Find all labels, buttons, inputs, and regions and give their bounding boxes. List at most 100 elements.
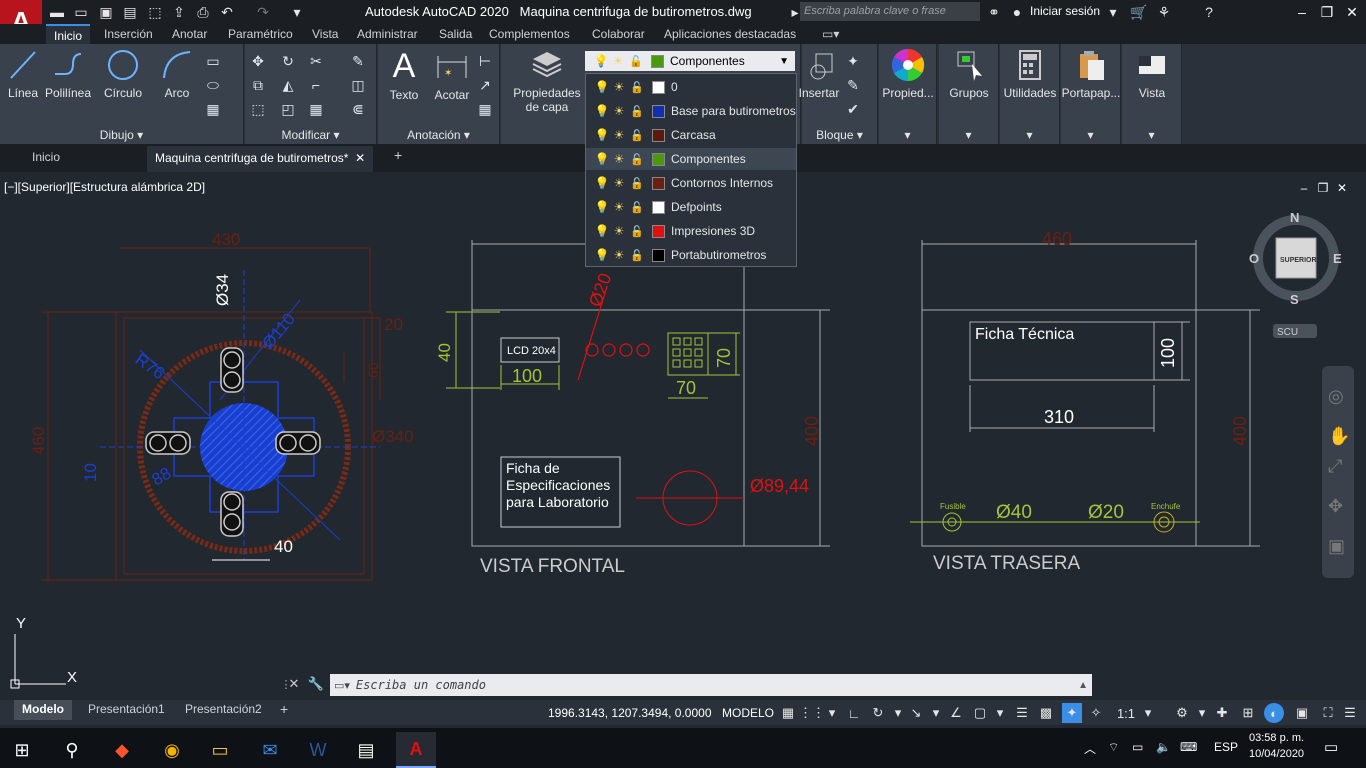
groups-panel[interactable]: Grupos ▾: [939, 44, 999, 144]
offset-icon[interactable]: ⋐: [349, 100, 367, 118]
grid-icon[interactable]: ▦: [778, 703, 798, 723]
tab-start[interactable]: Inicio: [32, 150, 60, 164]
tab-colaborar[interactable]: Colaborar: [592, 27, 645, 41]
properties-panel[interactable]: Propied... ▾: [879, 44, 937, 144]
polar-icon[interactable]: ↻: [868, 703, 888, 723]
windows-start-icon[interactable]: ⊞: [2, 732, 42, 768]
signin-chevron-icon[interactable]: ▾: [1104, 3, 1122, 21]
snap-icon[interactable]: ⋮⋮: [799, 703, 825, 723]
polyline-button[interactable]: Polilínea: [44, 48, 92, 100]
snap-menu-icon[interactable]: ▾: [822, 703, 842, 723]
redo-icon[interactable]: ↷: [254, 3, 272, 21]
rectangle-icon[interactable]: ▭: [204, 52, 222, 70]
clipboard-panel[interactable]: Portapap... ▾: [1061, 44, 1121, 144]
tray-chevron-icon[interactable]: ︿: [1084, 740, 1096, 757]
line-button[interactable]: Línea: [6, 48, 40, 100]
layer-unlock-icon[interactable]: 🔓: [628, 249, 646, 262]
help-icon[interactable]: ?: [1200, 3, 1218, 21]
rotate-icon[interactable]: ↻: [279, 52, 297, 70]
model-space-toggle[interactable]: MODELO: [722, 706, 774, 720]
save-as-icon[interactable]: ▤: [121, 3, 139, 21]
search-input[interactable]: Escriba palabra clave o frase: [800, 2, 980, 21]
view-expand-icon[interactable]: ▾: [1122, 128, 1181, 142]
layer-on-icon[interactable]: 💡: [594, 248, 610, 262]
restore-button[interactable]: ❐: [1315, 2, 1339, 22]
isolate-objects-icon[interactable]: ◐: [1264, 703, 1284, 723]
tab-aplicaciones[interactable]: Aplicaciones destacadas: [664, 27, 796, 41]
command-close-icon[interactable]: ✕: [282, 674, 306, 694]
ribbon-options-icon[interactable]: ▭▾: [822, 27, 839, 41]
object-snap-icon[interactable]: ▢: [970, 703, 990, 723]
ucs-menu[interactable]: SCU: [1277, 327, 1298, 338]
new-tab-icon[interactable]: +: [394, 147, 402, 163]
tab-layout2[interactable]: Presentación2: [177, 700, 270, 720]
scale-icon[interactable]: ◰: [279, 100, 297, 118]
tab-layout1[interactable]: Presentación1: [80, 700, 173, 720]
tab-anotar[interactable]: Anotar: [172, 27, 207, 41]
network-icon[interactable]: ⌔: [1108, 740, 1119, 755]
layer-thaw-icon[interactable]: ☀: [610, 176, 628, 190]
ortho-icon[interactable]: ∟: [844, 703, 864, 723]
store-icon[interactable]: ▤: [346, 732, 386, 768]
annotation-scale[interactable]: 1:1: [1112, 703, 1140, 723]
insert-block-button[interactable]: Insertar: [796, 50, 842, 100]
web-mobile-icon[interactable]: ⬚: [146, 3, 164, 21]
layer-thaw-icon[interactable]: ☀: [610, 80, 628, 94]
modify-panel-title[interactable]: Modificar ▾: [245, 128, 376, 142]
move-icon[interactable]: ✥: [249, 52, 267, 70]
print-icon[interactable]: ⎙: [194, 3, 212, 21]
layer-thaw-icon[interactable]: ☀: [610, 224, 628, 238]
volume-icon[interactable]: 🔈: [1156, 740, 1171, 754]
tab-vista[interactable]: Vista: [312, 27, 338, 41]
workspace-gear-icon[interactable]: ⚙: [1172, 703, 1192, 723]
utilities-panel[interactable]: Utilidades ▾: [1000, 44, 1060, 144]
layer-thaw-icon[interactable]: ☀: [610, 128, 628, 142]
layer-item[interactable]: 💡 ☀ 🔓 Contornos Internos: [586, 172, 796, 194]
block-attributes-icon[interactable]: ✔: [844, 100, 862, 118]
layer-unlock-icon[interactable]: 🔓: [628, 177, 646, 190]
close-button[interactable]: ✕: [1340, 2, 1364, 22]
tab-parametrico[interactable]: Paramétrico: [228, 27, 293, 41]
pan-icon[interactable]: ✋: [1328, 425, 1350, 446]
layer-unlock-icon[interactable]: 🔓: [628, 201, 646, 214]
layer-unlock-icon[interactable]: 🔓: [628, 105, 646, 118]
erase-icon[interactable]: ✎: [349, 52, 367, 70]
clipboard-button[interactable]: Portapap...: [1061, 48, 1121, 100]
command-history-icon[interactable]: ▲: [1078, 680, 1088, 691]
units-icon[interactable]: ⊞: [1238, 703, 1258, 723]
auto-scale-icon[interactable]: ✧: [1086, 703, 1106, 723]
chrome-icon[interactable]: ◉: [152, 732, 192, 768]
utilities-button[interactable]: Utilidades: [1002, 48, 1058, 100]
tab-drawing[interactable]: Maquina centrifuga de butirometros* ✕: [147, 146, 374, 172]
explode-icon[interactable]: ◫: [349, 76, 367, 94]
signin-link[interactable]: Iniciar sesión: [1030, 4, 1100, 18]
annotation-monitor-icon[interactable]: ✚: [1212, 703, 1232, 723]
clock-date[interactable]: 10/04/2020: [1249, 748, 1304, 760]
layer-thaw-icon[interactable]: ☀: [610, 248, 628, 262]
battery-icon[interactable]: ▭: [1132, 740, 1143, 754]
lineweight-icon[interactable]: ☰: [1012, 703, 1032, 723]
utilities-expand-icon[interactable]: ▾: [1000, 128, 1059, 142]
input-language[interactable]: ESP: [1214, 740, 1238, 754]
layer-on-icon[interactable]: 💡: [594, 176, 610, 190]
qat-menu-icon[interactable]: ▾: [288, 3, 306, 21]
layer-unlock-icon[interactable]: 🔓: [628, 153, 646, 166]
tab-model[interactable]: Modelo: [14, 700, 72, 720]
layer-on-icon[interactable]: 💡: [594, 224, 610, 238]
region-icon[interactable]: ▦: [204, 100, 222, 118]
viewport-close-button[interactable]: ✕: [1330, 178, 1354, 198]
block-panel-title[interactable]: Bloque ▾: [802, 128, 877, 142]
user-icon[interactable]: ●: [1008, 3, 1026, 21]
minimize-button[interactable]: –: [1290, 2, 1314, 22]
viewcube-face[interactable]: SUPERIOR: [1280, 257, 1317, 264]
tab-administrar[interactable]: Administrar: [357, 27, 418, 41]
viewcube[interactable]: SUPERIOR N S E O SCU: [1249, 210, 1342, 338]
layer-on-icon[interactable]: 💡: [594, 152, 610, 166]
properties-button[interactable]: Propied...: [881, 48, 935, 100]
copy-icon[interactable]: ⧉: [249, 76, 267, 94]
clipboard-expand-icon[interactable]: ▾: [1061, 128, 1120, 142]
open-file-icon[interactable]: ▭: [72, 3, 90, 21]
showmotion-icon[interactable]: ▣: [1328, 536, 1345, 556]
object-snap-tracking-icon[interactable]: ∠: [946, 703, 966, 723]
create-block-icon[interactable]: ✦: [844, 52, 862, 70]
